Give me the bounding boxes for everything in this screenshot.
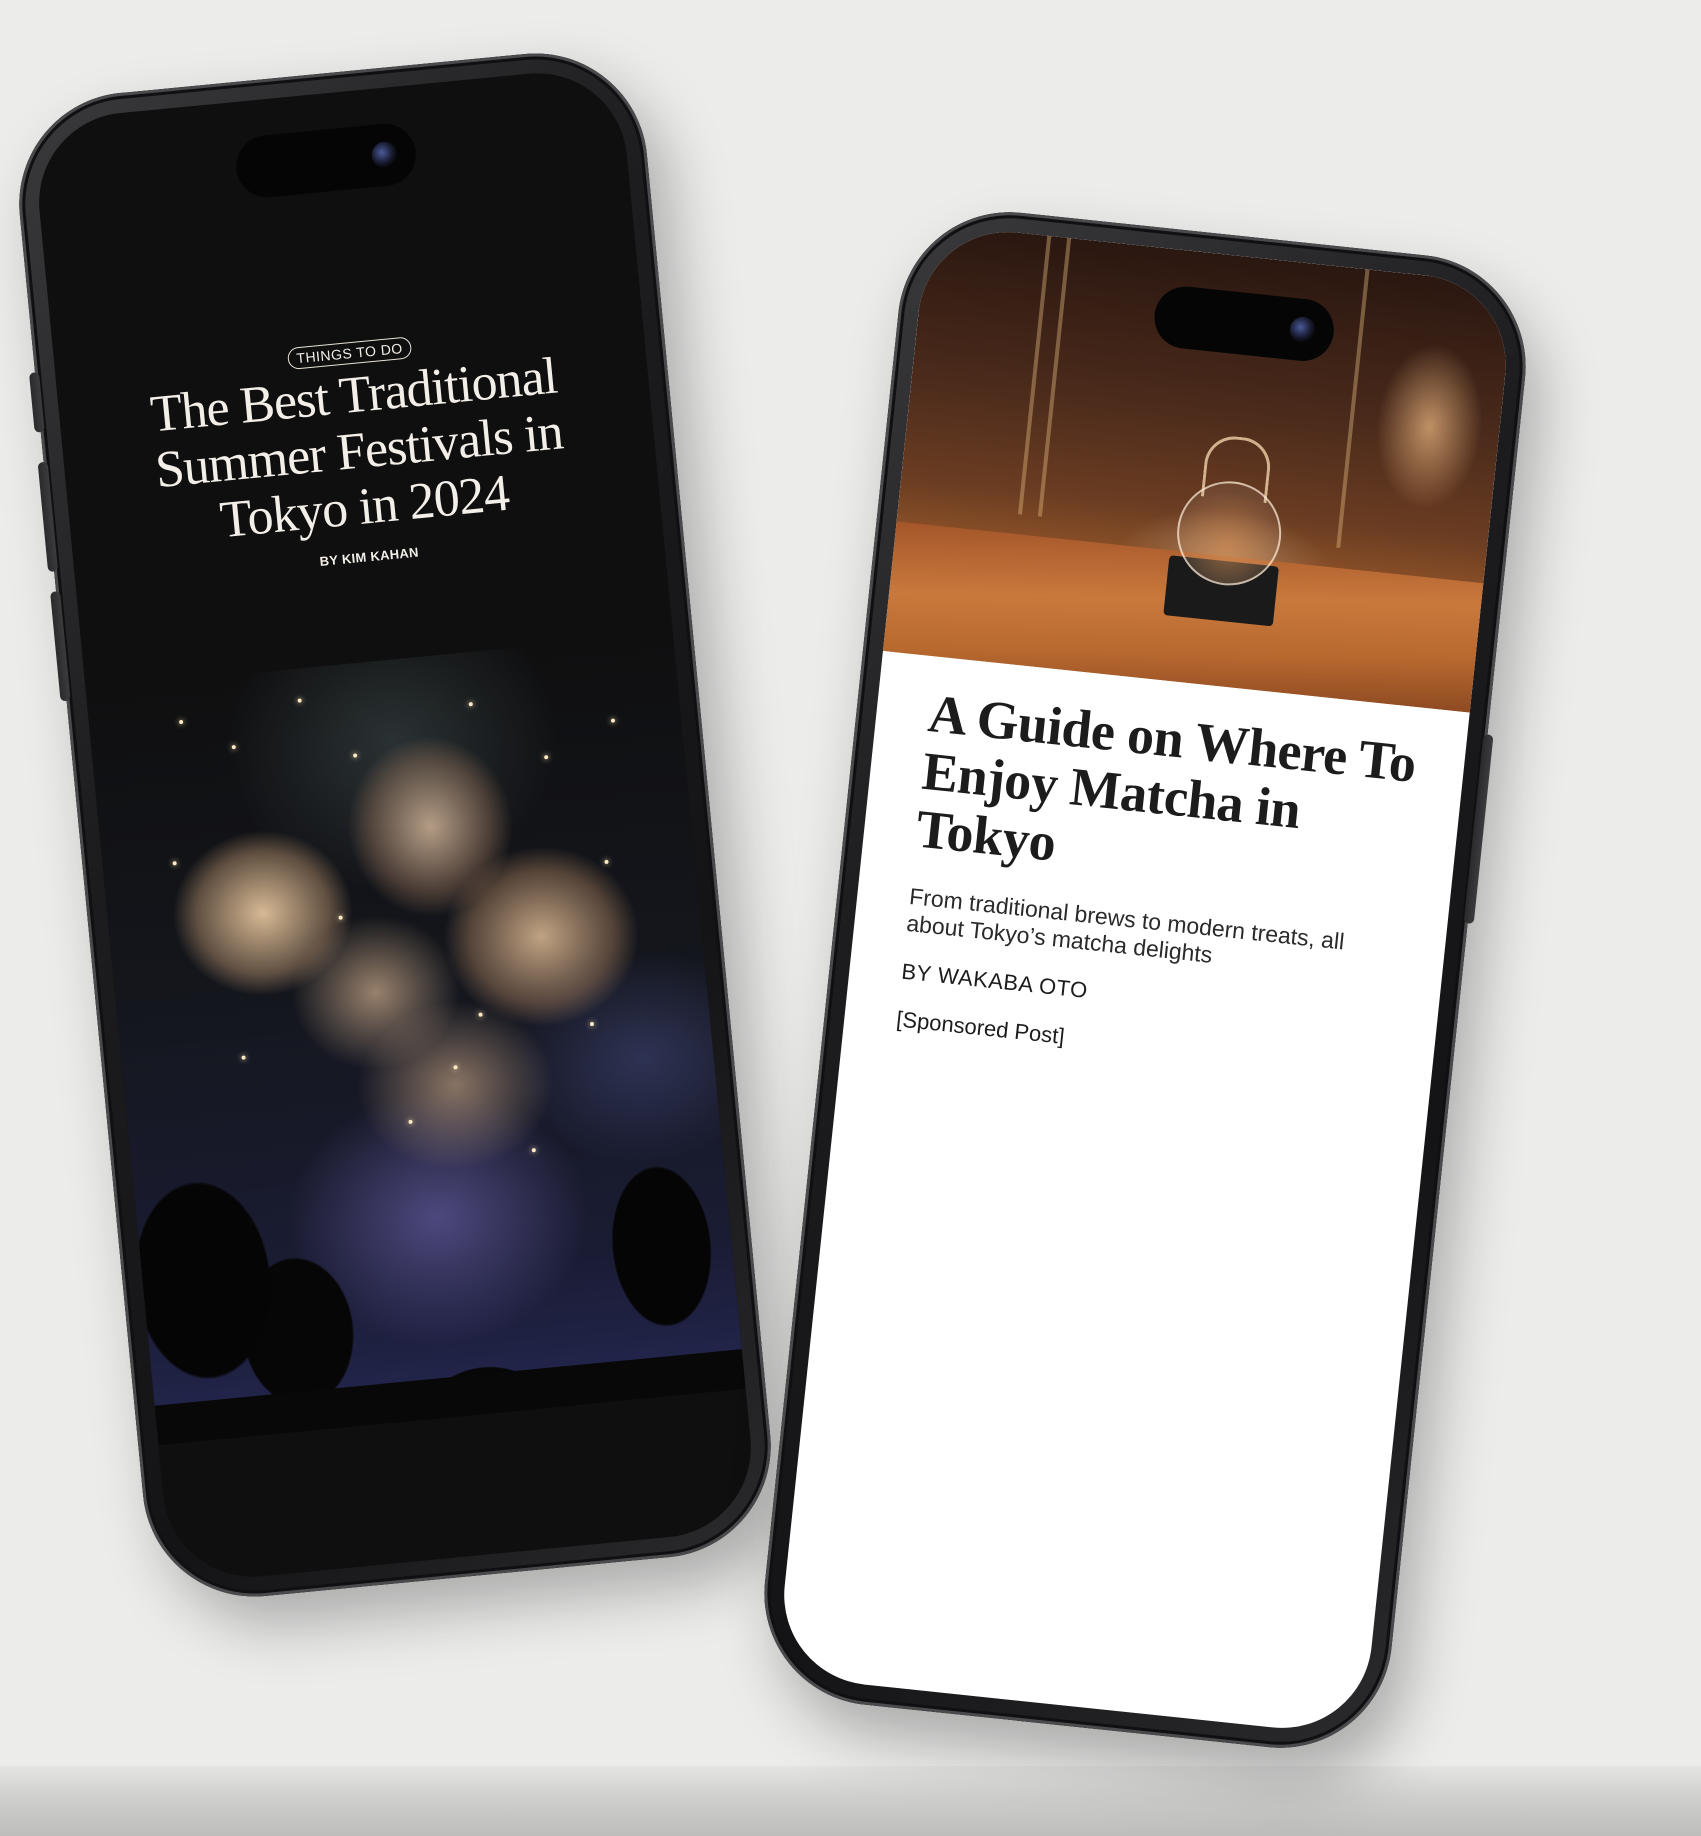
left-screen: THINGS TO DO The Best Traditional Summer… [30, 65, 760, 1585]
article-header: THINGS TO DO The Best Traditional Summer… [55, 314, 664, 593]
dynamic-island [233, 121, 419, 201]
article-body: A Guide on Where To Enjoy Matcha in Toky… [895, 683, 1427, 1084]
phone-right: A Guide on Where To Enjoy Matcha in Toky… [753, 201, 1537, 1759]
camera-lens-icon [370, 140, 399, 170]
article-title[interactable]: The Best Traditional Summer Festivals in… [97, 344, 621, 560]
article-title[interactable]: A Guide on Where To Enjoy Matcha in Toky… [913, 683, 1427, 909]
power-button[interactable] [1463, 734, 1494, 925]
phone-left: THINGS TO DO The Best Traditional Summer… [9, 43, 781, 1607]
fireworks-photo [85, 632, 746, 1446]
right-screen: A Guide on Where To Enjoy Matcha in Toky… [775, 223, 1515, 1737]
camera-lens-icon [1288, 315, 1318, 345]
volume-down-button[interactable] [50, 591, 71, 702]
mute-switch [28, 372, 45, 433]
floor-shadow [0, 1766, 1701, 1836]
volume-up-button[interactable] [37, 461, 59, 573]
